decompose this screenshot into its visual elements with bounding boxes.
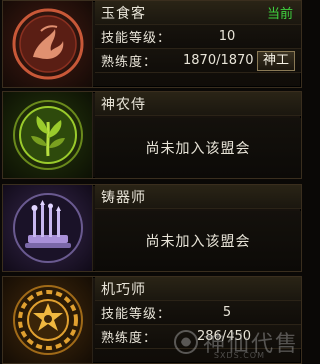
profession-header: 机巧师	[95, 277, 301, 301]
skill-level-label: 技能等级：	[101, 31, 172, 46]
profession-header: 玉食客 当前	[95, 1, 301, 25]
profession-name: 机巧师	[101, 281, 146, 298]
proficiency-label: 熟练度：	[101, 55, 158, 70]
profession-card-zhuqishi[interactable]: 铸器师 尚未加入该盟会	[2, 184, 302, 272]
profession-name: 玉食客	[101, 5, 146, 22]
profession-name: 神农侍	[101, 96, 146, 113]
rank-button[interactable]: 神工	[256, 50, 295, 71]
proficiency-value: 1870/1870	[183, 53, 254, 68]
proficiency-label: 熟练度：	[101, 331, 158, 346]
emblem-frame	[3, 185, 93, 271]
emblem-frame	[3, 1, 93, 87]
skill-level-row: 技能等级： 10	[95, 25, 301, 49]
herb-emblem-icon	[12, 100, 83, 170]
profession-name: 铸器师	[101, 189, 146, 206]
watermark-logo-icon	[173, 330, 198, 354]
watermark-url: SXDS.COM	[213, 351, 265, 360]
profession-card-shennongshi[interactable]: 神农侍 尚未加入该盟会	[2, 91, 302, 179]
current-status-badge: 当前	[266, 7, 293, 22]
profession-header: 铸器师	[95, 185, 301, 209]
skill-level-value: 5	[222, 305, 232, 320]
not-joined-message: 尚未加入该盟会	[95, 211, 301, 271]
skill-level-row: 技能等级： 5	[95, 301, 301, 325]
emblem-frame	[3, 277, 93, 363]
gear-emblem-icon	[12, 285, 83, 355]
watermark: 神仙代售 SXDS.COM	[173, 326, 299, 360]
dragon-emblem-icon	[12, 8, 83, 80]
emblem-frame	[3, 92, 93, 178]
not-joined-message: 尚未加入该盟会	[95, 118, 301, 178]
profession-card-yushike[interactable]: 玉食客 当前 技能等级： 10 熟练度： 1870/1870 神工	[2, 0, 302, 88]
profession-header: 神农侍	[95, 92, 301, 116]
skill-level-label: 技能等级：	[101, 307, 172, 322]
weapon-rack-emblem-icon	[12, 193, 83, 263]
proficiency-row: 熟练度： 1870/1870 神工	[95, 49, 301, 73]
skill-level-value: 10	[218, 29, 236, 44]
